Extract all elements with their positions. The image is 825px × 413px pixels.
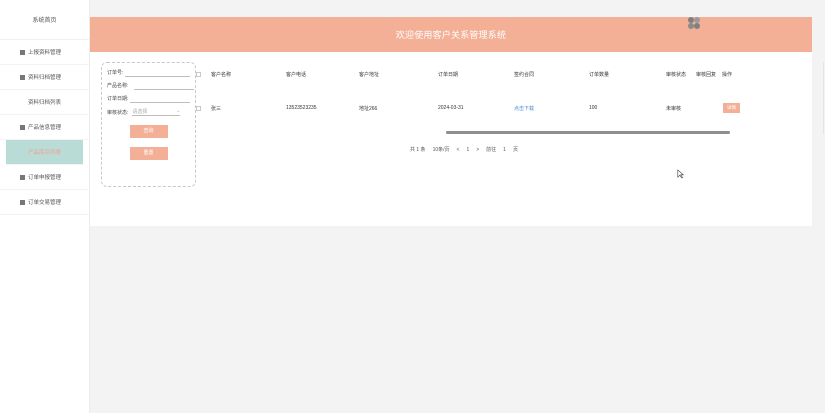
- cell-review-status: 未审核: [666, 105, 682, 112]
- pagination: 共 1 条 10条/页 < 1 > 前往 1 页: [410, 146, 518, 154]
- reset-button[interactable]: 重置: [129, 147, 168, 160]
- select-all-checkbox[interactable]: [196, 62, 201, 87]
- col-customer-phone: 客户电话: [286, 72, 307, 78]
- status-label: 审核状态:: [107, 109, 129, 116]
- next-page-button[interactable]: >: [476, 147, 479, 153]
- page-title: 欢迎使用客户关系管理系统: [395, 30, 507, 40]
- filter-product-name: 产品名称:: [107, 82, 194, 90]
- row-checkbox[interactable]: [196, 98, 201, 118]
- sidebar-item-archive[interactable]: 资料归档管理: [0, 65, 89, 90]
- filter-order-date: 订单日期:: [107, 95, 190, 103]
- detail-button-wrap: 详情: [723, 98, 740, 118]
- contract-download-link[interactable]: 点击下载: [514, 98, 534, 118]
- data-table: 客户名称 客户电话 客户地址 订单日期 签约合同 订单数量 审核状态 审核回复 …: [196, 62, 824, 134]
- col-review-status: 审核状态: [666, 72, 687, 78]
- col-contract: 签约合同: [514, 72, 535, 78]
- status-placeholder: 请选择: [132, 109, 148, 115]
- sidebar: 系统首页 上报资料管理 资料归档管理 资料归档列表 产品信息管理 产品库存列表 …: [0, 0, 90, 413]
- order-no-input[interactable]: [125, 69, 190, 77]
- product-name-input[interactable]: [134, 89, 194, 90]
- prev-page-button[interactable]: <: [457, 147, 460, 153]
- sidebar-item-order-trade[interactable]: 订单交易管理: [0, 190, 89, 215]
- sidebar-item-label: 产品库存列表: [27, 150, 61, 156]
- sidebar-item-label: 产品信息管理: [28, 125, 62, 131]
- sidebar-item-label: 资料归档列表: [27, 100, 61, 106]
- filter-order-no: 订单号:: [107, 69, 190, 77]
- goto-label: 前往: [486, 147, 497, 153]
- search-button[interactable]: 查询: [129, 125, 168, 138]
- sidebar-item-label: 上报资料管理: [28, 50, 62, 56]
- detail-button[interactable]: 详情: [723, 103, 740, 113]
- order-date-label: 订单日期:: [107, 96, 129, 102]
- order-date-input[interactable]: [130, 95, 190, 103]
- sidebar-item-label: 订单交易管理: [28, 200, 62, 206]
- table-header: 客户名称 客户电话 客户地址 订单日期 签约合同 订单数量 审核状态 审核回复 …: [196, 62, 799, 87]
- cell-customer-name: 张三: [211, 105, 222, 112]
- col-action: 操作: [722, 72, 733, 78]
- status-select[interactable]: 请选择 ⌄: [132, 108, 181, 116]
- sidebar-item-label: 订单申报管理: [28, 175, 62, 181]
- col-quantity: 订单数量: [589, 72, 610, 78]
- menu-icon: [20, 199, 25, 205]
- mouse-cursor-icon: [677, 169, 685, 179]
- menu-icon: [20, 124, 25, 130]
- menu-icon: [20, 74, 25, 80]
- content-empty-area: [90, 226, 812, 413]
- main-panel: 订单号: 产品名称: 订单日期: 审核状态: 请选择 ⌄ 查询 重置 客户名称 …: [90, 52, 824, 226]
- sidebar-item-product[interactable]: 产品信息管理: [0, 115, 89, 140]
- sidebar-item-report[interactable]: 上报资料管理: [0, 40, 89, 65]
- col-review-reply: 审核回复: [696, 72, 717, 78]
- cell-customer-phone: 13523523235: [286, 105, 317, 111]
- sidebar-item-inventory-list[interactable]: 产品库存列表: [6, 140, 83, 165]
- sidebar-item-order-apply[interactable]: 订单申报管理: [0, 165, 89, 190]
- table-row: 张三 13523523235 地址266 2024-03-31 点击下载 100…: [196, 98, 799, 118]
- menu-icon: [20, 49, 25, 55]
- page-unit: 页: [512, 147, 518, 153]
- table-divider: [823, 62, 824, 134]
- table-scrollbar[interactable]: [446, 131, 730, 134]
- pagination-total: 共 1 条: [410, 147, 426, 153]
- filter-panel: 订单号: 产品名称: 订单日期: 审核状态: 请选择 ⌄ 查询 重置: [101, 62, 196, 187]
- cell-quantity: 100: [589, 105, 598, 111]
- current-page[interactable]: 1: [466, 147, 469, 153]
- product-name-label: 产品名称:: [107, 83, 129, 89]
- header-bar: 欢迎使用客户关系管理系统: [90, 17, 812, 52]
- col-customer-name: 客户名称: [211, 72, 232, 78]
- avatar-icon[interactable]: [688, 17, 700, 29]
- chevron-down-icon: ⌄: [176, 108, 181, 114]
- col-customer-address: 客户地址: [359, 72, 380, 78]
- page-size-select[interactable]: 10条/页: [433, 146, 450, 153]
- goto-page-input[interactable]: 1: [503, 147, 506, 153]
- filter-status: 审核状态: 请选择 ⌄: [107, 108, 190, 116]
- col-order-date: 订单日期: [438, 72, 459, 78]
- sidebar-home[interactable]: 系统首页: [0, 0, 89, 40]
- order-no-label: 订单号:: [107, 70, 124, 76]
- cell-order-date: 2024-03-31: [438, 105, 464, 111]
- sidebar-item-label: 资料归档管理: [28, 75, 62, 81]
- cell-customer-address: 地址266: [359, 105, 378, 112]
- menu-icon: [20, 174, 25, 180]
- sidebar-item-archive-list[interactable]: 资料归档列表: [0, 90, 89, 115]
